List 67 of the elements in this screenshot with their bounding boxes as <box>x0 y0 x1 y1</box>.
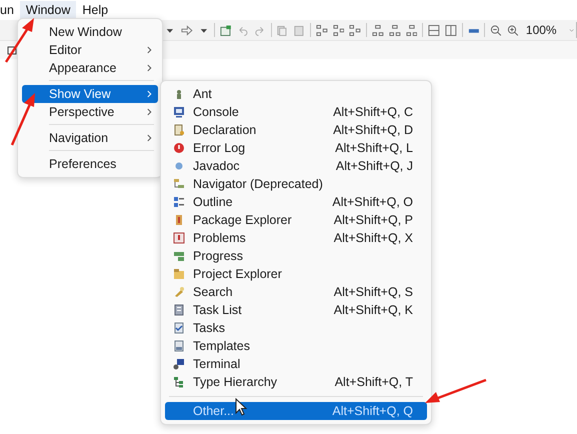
diagram-icon[interactable] <box>372 24 384 36</box>
diagram-icon[interactable] <box>388 24 401 36</box>
menu-item[interactable]: Progress <box>165 247 427 265</box>
menu-item[interactable]: Error Log Alt+Shift+Q, L <box>165 139 427 157</box>
menu-title[interactable]: Window <box>20 1 76 19</box>
menu-item[interactable]: Show View <box>22 85 158 103</box>
terminal-icon <box>173 358 185 370</box>
menu-item[interactable]: Package Explorer Alt+Shift+Q, P <box>165 211 427 229</box>
menu-item[interactable]: Navigator (Deprecated) <box>165 175 427 193</box>
flashlight-icon <box>173 286 185 298</box>
menu-item[interactable]: Appearance <box>22 59 158 77</box>
annotation-arrow <box>10 93 35 146</box>
progress-icon <box>173 250 185 262</box>
problems-icon <box>173 232 185 244</box>
folder-icon <box>173 268 185 280</box>
menu-item[interactable]: Console Alt+Shift+Q, C <box>165 103 427 121</box>
menu-item[interactable]: Project Explorer <box>165 265 427 283</box>
menu-item[interactable]: Tasks <box>165 319 427 337</box>
zoom-out-icon[interactable] <box>490 24 502 36</box>
chevron-right-icon <box>147 64 152 72</box>
menu-item[interactable]: Preferences <box>22 155 158 173</box>
menu-item[interactable]: Task List Alt+Shift+Q, K <box>165 301 427 319</box>
layout-icon[interactable] <box>445 24 457 36</box>
menu-item[interactable]: Problems Alt+Shift+Q, X <box>165 229 427 247</box>
package-icon <box>173 214 185 226</box>
menu-item[interactable]: Javadoc Alt+Shift+Q, J <box>165 157 427 175</box>
diagram-icon[interactable] <box>316 24 328 36</box>
annotation-arrow <box>425 378 486 403</box>
clipboard-icon <box>173 304 185 316</box>
document-icon <box>173 124 185 136</box>
menu-item[interactable]: Search Alt+Shift+Q, S <box>165 283 427 301</box>
mouse-pointer-icon <box>235 398 247 416</box>
clipboard-icon[interactable] <box>293 24 305 36</box>
window-icon[interactable] <box>6 44 19 56</box>
layout-icon[interactable] <box>428 24 440 36</box>
zoom-in-icon[interactable] <box>507 24 519 36</box>
template-icon <box>173 340 185 352</box>
menu-title[interactable]: un <box>0 1 20 19</box>
monitor-icon <box>173 106 185 118</box>
menu-item[interactable]: Perspective <box>22 103 158 121</box>
diagram-icon[interactable] <box>332 24 344 36</box>
menu-item[interactable]: Type Hierarchy Alt+Shift+Q, T <box>165 373 427 391</box>
hierarchy-icon <box>173 376 185 388</box>
annotation-arrow <box>4 18 34 63</box>
error-icon <box>173 142 185 154</box>
menu-title[interactable]: Help <box>76 1 114 19</box>
menu-item[interactable]: Other... Alt+Shift+Q, Q <box>165 402 427 420</box>
outline-icon <box>173 196 185 208</box>
zoom-combo[interactable]: 100% <box>524 22 577 38</box>
menu-item[interactable]: Navigation <box>22 129 158 147</box>
arrow-right-icon[interactable] <box>180 24 193 36</box>
chevron-right-icon <box>147 108 152 116</box>
menu-item[interactable]: Terminal <box>165 355 427 373</box>
menu-item[interactable]: Declaration Alt+Shift+Q, D <box>165 121 427 139</box>
chevron-right-icon <box>147 134 152 142</box>
diagram-icon[interactable] <box>349 24 362 36</box>
chevron-right-icon <box>147 46 152 54</box>
checklist-icon <box>173 322 185 334</box>
menu-item[interactable]: New Window <box>22 23 158 41</box>
folder-tree-icon <box>173 178 185 190</box>
menu-item[interactable]: Outline Alt+Shift+Q, O <box>165 193 427 211</box>
diagram-icon[interactable] <box>406 24 418 36</box>
document-icon[interactable] <box>220 24 232 36</box>
chevron-right-icon <box>147 90 152 98</box>
dot-icon <box>173 160 185 172</box>
menu-item[interactable]: Ant <box>165 85 427 103</box>
menu-item[interactable]: Templates <box>165 337 427 355</box>
